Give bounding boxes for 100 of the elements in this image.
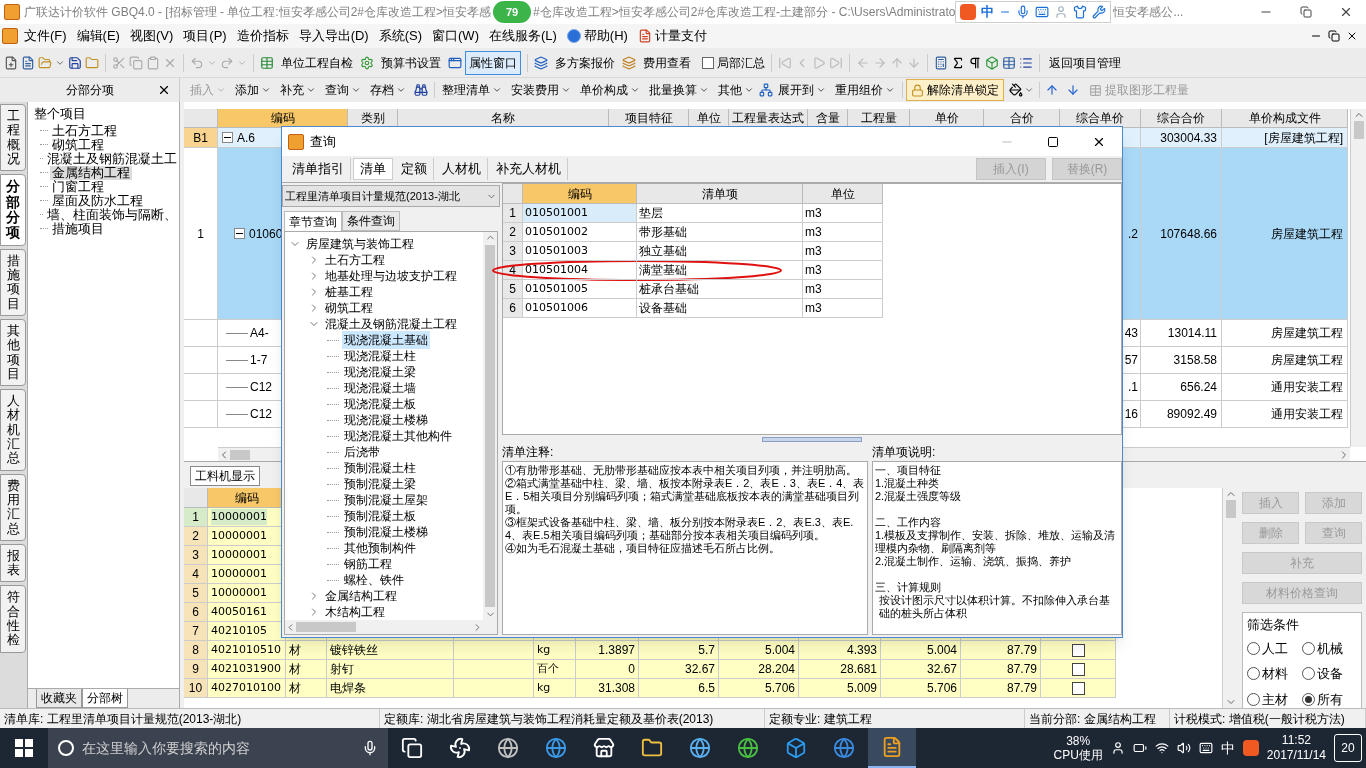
unlock-button[interactable]: 解除清单锁定 [906,79,1004,101]
toolbar-button[interactable]: 费用查看 [639,50,695,75]
table-cell[interactable]: 010501006 [523,299,637,318]
menu-item[interactable]: 项目(P) [183,26,227,46]
up-arrow-icon[interactable] [1045,83,1059,97]
tree-item[interactable]: 现浇混凝土板 [342,395,418,413]
checkbox[interactable] [1071,643,1085,657]
tree-item[interactable]: 现浇混凝土梁 [342,363,418,381]
caret-icon[interactable] [1024,85,1034,95]
tree-item[interactable]: 现浇混凝土柱 [342,347,418,365]
tree-item[interactable]: 后浇带 [342,443,382,461]
dropdown-button[interactable]: 添加 [231,80,275,100]
layers-icon[interactable] [534,55,548,70]
menu-item[interactable]: 系统(S) [378,26,423,46]
list-icon[interactable] [1019,55,1033,70]
dialog-tab[interactable]: 定额 [395,158,434,180]
user-icon[interactable] [1054,5,1069,19]
menu-item[interactable]: 计量支付 [654,26,707,46]
checkbox[interactable] [1071,681,1085,695]
menu-item[interactable]: 窗口(W) [432,26,479,46]
splitter-handle[interactable] [762,436,862,442]
scrollbar-thumb[interactable] [230,449,250,460]
scrollbar[interactable] [285,620,497,634]
toolbar-button[interactable]: 预算书设置 [377,50,445,75]
tree-item[interactable]: 屋面及防水工程 [50,193,145,208]
menu-item[interactable]: 视图(V) [129,26,174,46]
new-file-icon[interactable] [4,55,18,70]
dropdown-button[interactable]: 重用组价 [831,80,899,100]
scrollbar-thumb[interactable] [1225,500,1236,518]
side-tab[interactable]: 工程概况 [0,104,26,172]
tree-item[interactable]: 混凝土及钢筋混凝土工 [45,151,179,166]
table-icon[interactable] [1002,55,1016,70]
volume-icon[interactable] [1176,741,1191,755]
side-tab[interactable]: 其他项目 [0,318,26,387]
list-row[interactable]: 3 010501003 独立基础 m3 [503,242,883,261]
table-cell[interactable]: 010501002 [523,223,637,242]
library-dropdown[interactable]: 工程里清单项目计量规范(2013-湖北 [282,185,500,207]
toolbar-button[interactable]: 多方案报价 [551,50,619,75]
tree-item[interactable]: 混凝土及钢筋混凝土工程 [323,315,459,333]
tree-item[interactable]: 金属结构工程 [323,587,399,605]
tree-item[interactable]: 土石方工程 [50,123,119,138]
restore-icon[interactable] [1328,30,1340,42]
pane-tab[interactable]: 收藏夹 [36,689,82,708]
paint-bucket-icon[interactable] [1009,83,1023,97]
tree-item[interactable]: 金属结构工程 [50,165,132,180]
microphone-icon[interactable] [1016,5,1031,19]
input-method-indicator[interactable]: 中 [1220,737,1235,759]
tree-item[interactable]: 预制混凝土梁 [342,475,418,493]
dropdown-button[interactable]: 查询 [321,80,365,100]
scrollbar[interactable] [483,232,497,620]
table-cell[interactable]: 010501005 [523,280,637,299]
side-tab[interactable]: 人材机汇总 [0,389,26,471]
dropdown-button[interactable]: 整理清单 [438,80,506,100]
radio-button[interactable] [1247,667,1260,681]
save-icon[interactable] [68,55,82,70]
tree-item[interactable]: 预制混凝土柱 [342,459,418,477]
menu-item[interactable]: 导入导出(D) [298,26,369,46]
list-row[interactable]: 6 010501006 设备基础 m3 [503,299,883,318]
side-tab[interactable]: 分部分项 [0,174,26,246]
dropdown-button[interactable]: 安装费用 [507,80,575,100]
wifi-icon[interactable] [1154,741,1169,755]
search-box[interactable]: 在这里输入你要搜索的内容 [48,728,388,768]
tree-item[interactable]: 木结构工程 [323,603,387,620]
lock-icon[interactable] [911,83,924,97]
battery-icon[interactable] [1132,741,1147,755]
search-field[interactable]: 在这里输入你要搜索的内容 [82,737,354,759]
radio-button[interactable] [1302,641,1315,655]
list-row[interactable]: 1 010501001 垫层 m3 [503,204,883,223]
side-tab[interactable]: 费用汇总 [0,473,26,541]
dialog-subtab[interactable]: 条件查询 [342,211,400,231]
radio-button[interactable] [1247,641,1260,655]
tree-item[interactable]: 螺栓、铁件 [342,571,406,589]
tree-item[interactable]: 现浇混凝土楼梯 [342,411,430,429]
return-button[interactable]: 返回项目管理 [1046,53,1124,72]
radio-button[interactable] [1247,692,1260,706]
settings-icon[interactable] [1092,5,1107,19]
tree-item[interactable]: 桩基工程 [323,283,375,301]
tree-item[interactable]: 现浇混凝土其他构件 [342,427,454,445]
tree-item[interactable]: 土石方工程 [323,251,387,269]
menu-item[interactable]: 帮助(H) [583,26,628,46]
scrollbar-thumb[interactable] [296,622,356,632]
tree-item[interactable]: 钢筋工程 [342,555,394,573]
table-cell[interactable]: 010501003 [523,242,637,261]
table-row[interactable]: 8 4021010510 材 镀锌铁丝 kg 1.3897 5.7 5.004 4.393 5.004 87.79 [184,641,1116,660]
close-icon[interactable] [157,83,171,97]
formula-icon[interactable] [951,55,965,70]
pilcrow-icon[interactable] [968,55,982,70]
tree-item[interactable]: 预制混凝土板 [342,507,418,525]
side-tab[interactable]: 符合性检 [0,585,26,653]
dropdown-button[interactable]: 其他 [714,80,758,100]
table-row[interactable]: 10 4027010100 材 电焊条 kg 31.308 6.5 5.706 5.009 5.706 87.79 [184,679,1116,698]
dialog-tab[interactable]: 清单 [353,158,393,180]
radio-button[interactable] [1302,667,1315,681]
tree-item[interactable]: 现浇混凝土墙 [342,379,418,397]
ime-logo-icon[interactable] [1242,740,1259,756]
dropdown-button[interactable]: 单价构成 [576,80,644,100]
checkbox[interactable] [702,56,714,69]
table-cell[interactable]: 010501004 [523,261,637,280]
open-folder-icon[interactable] [38,55,52,70]
person-icon[interactable] [1110,741,1125,755]
